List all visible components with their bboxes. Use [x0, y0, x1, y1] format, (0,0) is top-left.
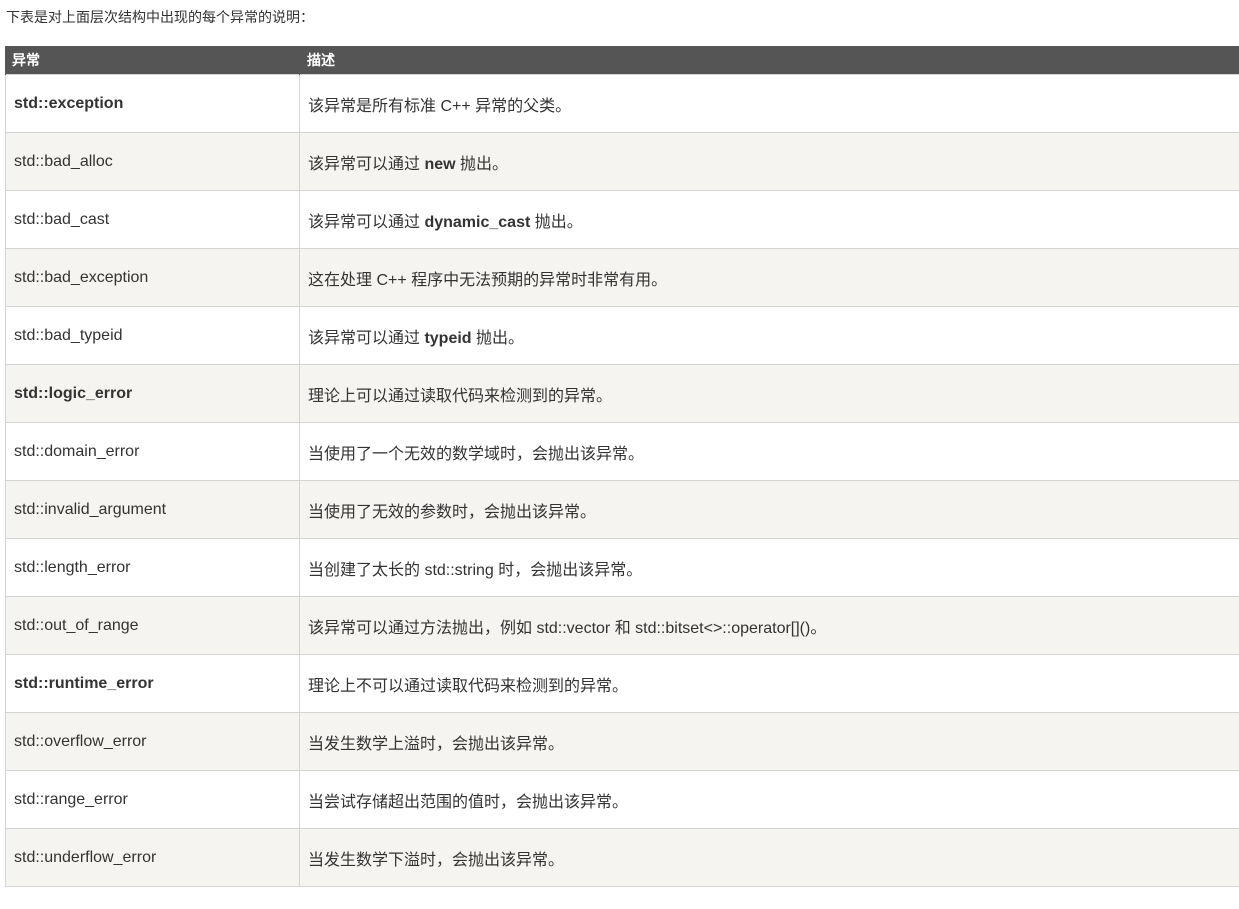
exception-description-cell: 当发生数学上溢时，会抛出该异常。: [299, 712, 1239, 771]
description-keyword: dynamic_cast: [424, 213, 531, 231]
table-header-row: 异常 描述: [5, 46, 1239, 75]
exception-name-cell: std::bad_exception: [5, 248, 300, 307]
table-row: std::bad_alloc 该异常可以通过 new 抛出。: [5, 132, 1239, 191]
table-row: std::overflow_error 当发生数学上溢时，会抛出该异常。: [5, 712, 1239, 771]
description-text: 该异常可以通过: [308, 329, 425, 347]
description-keyword: new: [424, 155, 456, 173]
table-row: std::out_of_range 该异常可以通过方法抛出，例如 std::vec…: [5, 596, 1239, 655]
exception-name-cell: std::length_error: [5, 538, 300, 597]
table-row: std::bad_typeid 该异常可以通过 typeid 抛出。: [5, 306, 1239, 365]
description-text: 当发生数学下溢时，会抛出该异常。: [308, 851, 565, 869]
column-header-exception: 异常: [5, 46, 300, 75]
exception-description-cell: 当使用了无效的参数时，会抛出该异常。: [299, 480, 1239, 539]
table-body: std::exception 该异常是所有标准 C++ 异常的父类。std::ba…: [5, 74, 1239, 887]
description-text: 该异常可以通过: [308, 155, 425, 173]
exception-description-cell: 该异常可以通过 typeid 抛出。: [299, 306, 1239, 365]
table-row: std::bad_cast 该异常可以通过 dynamic_cast 抛出。: [5, 190, 1239, 249]
table-row: std::domain_error 当使用了一个无效的数学域时，会抛出该异常。: [5, 422, 1239, 481]
description-text: 该异常可以通过: [308, 213, 425, 231]
table-row: std::range_error 当尝试存储超出范围的值时，会抛出该异常。: [5, 770, 1239, 829]
exception-name-cell: std::overflow_error: [5, 712, 300, 771]
exception-name-cell: std::out_of_range: [5, 596, 300, 655]
exception-description-cell: 当使用了一个无效的数学域时，会抛出该异常。: [299, 422, 1239, 481]
exception-name-cell: std::range_error: [5, 770, 300, 829]
table-row: std::length_error 当创建了太长的 std::string 时，会…: [5, 538, 1239, 597]
column-header-description: 描述: [299, 46, 1239, 75]
description-text: 理论上可以通过读取代码来检测到的异常。: [308, 387, 613, 405]
exception-name-cell: std::bad_typeid: [5, 306, 300, 365]
exception-description-cell: 当尝试存储超出范围的值时，会抛出该异常。: [299, 770, 1239, 829]
table-row: std::exception 该异常是所有标准 C++ 异常的父类。: [5, 74, 1239, 133]
description-text: 当发生数学上溢时，会抛出该异常。: [308, 735, 565, 753]
table-row: std::runtime_error 理论上不可以通过读取代码来检测到的异常。: [5, 654, 1239, 713]
description-text: 当创建了太长的 std::string 时，会抛出该异常。: [308, 561, 643, 579]
exception-name-cell: std::logic_error: [5, 364, 300, 423]
exception-description-cell: 该异常可以通过 new 抛出。: [299, 132, 1239, 191]
exception-name-cell: std::bad_cast: [5, 190, 300, 249]
exception-description-cell: 这在处理 C++ 程序中无法预期的异常时非常有用。: [299, 248, 1239, 307]
exception-description-cell: 理论上可以通过读取代码来检测到的异常。: [299, 364, 1239, 423]
exception-name-cell: std::domain_error: [5, 422, 300, 481]
exception-name-cell: std::runtime_error: [5, 654, 300, 713]
intro-text: 下表是对上面层次结构中出现的每个异常的说明：: [6, 10, 314, 26]
description-text: 当使用了一个无效的数学域时，会抛出该异常。: [308, 445, 645, 463]
description-keyword: typeid: [424, 329, 472, 347]
exception-description-cell: 该异常是所有标准 C++ 异常的父类。: [299, 74, 1239, 133]
description-text: 当尝试存储超出范围的值时，会抛出该异常。: [308, 793, 629, 811]
description-text: 当使用了无效的参数时，会抛出该异常。: [308, 503, 597, 521]
exception-description-cell: 当发生数学下溢时，会抛出该异常。: [299, 828, 1239, 887]
table-row: std::logic_error 理论上可以通过读取代码来检测到的异常。: [5, 364, 1239, 423]
exception-name-cell: std::exception: [5, 74, 300, 133]
exception-name-cell: std::underflow_error: [5, 828, 300, 887]
description-text: 这在处理 C++ 程序中无法预期的异常时非常有用。: [308, 271, 668, 289]
exception-description-cell: 该异常可以通过 dynamic_cast 抛出。: [299, 190, 1239, 249]
exceptions-table: 异常 描述 std::exception 该异常是所有标准 C++ 异常的父类。 s…: [5, 46, 1239, 887]
table-row: std::bad_exception 这在处理 C++ 程序中无法预期的异常时非常…: [5, 248, 1239, 307]
description-text: 该异常是所有标准 C++ 异常的父类。: [308, 97, 572, 115]
description-text: 该异常可以通过方法抛出，例如 std::vector 和 std::bitset…: [308, 619, 827, 637]
exception-description-cell: 该异常可以通过方法抛出，例如 std::vector 和 std::bitset…: [299, 596, 1239, 655]
description-text-suffix: 抛出。: [530, 213, 583, 231]
description-text-suffix: 抛出。: [471, 329, 525, 347]
table-row: std::invalid_argument 当使用了无效的参数时，会抛出该异常。: [5, 480, 1239, 539]
table-row: std::underflow_error 当发生数学下溢时，会抛出该异常。: [5, 828, 1239, 887]
exception-name-cell: std::invalid_argument: [5, 480, 300, 539]
exception-description-cell: 理论上不可以通过读取代码来检测到的异常。: [299, 654, 1239, 713]
exception-name-cell: std::bad_alloc: [5, 132, 300, 191]
description-text-suffix: 抛出。: [455, 155, 509, 173]
description-text: 理论上不可以通过读取代码来检测到的异常。: [308, 677, 629, 695]
exception-description-cell: 当创建了太长的 std::string 时，会抛出该异常。: [299, 538, 1239, 597]
